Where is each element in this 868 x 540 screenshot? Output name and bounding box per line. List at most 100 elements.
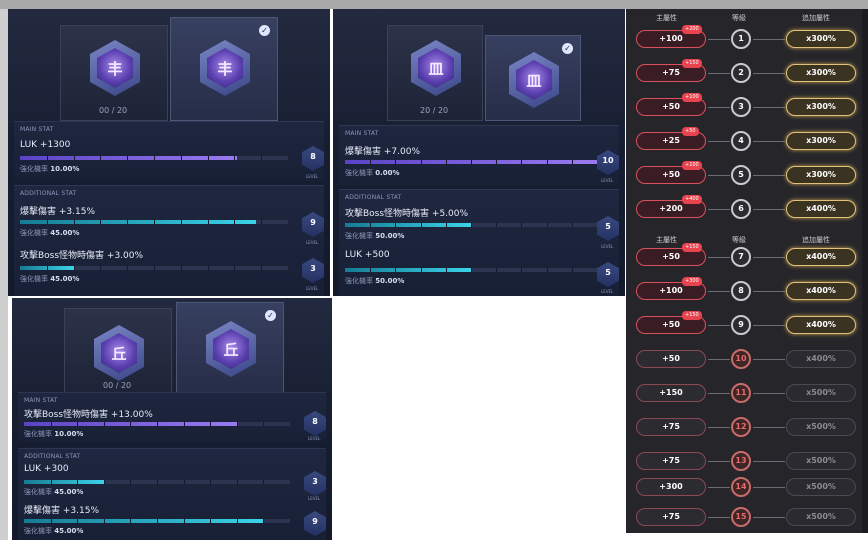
upgrade-rate: 強化機率 45.00% [20,275,80,283]
gem-icon: 丰 [90,40,140,96]
progress-fill [20,220,256,224]
gem-slot-selected[interactable]: ✓ 丘 [176,302,284,394]
main-stat-pill: +75 [636,452,706,470]
upgrade-rate: 強化機率 45.00% [24,527,84,535]
gem-slot-empty[interactable]: 皿 20 / 20 [387,25,483,121]
section-title: ADDITIONAL STAT [24,453,81,460]
progress-tick [263,519,265,523]
level-node: 12 [731,417,751,437]
progress-tick [77,422,79,426]
progress-tick [546,268,548,272]
progress-tick [103,422,105,426]
progress-tick [154,220,155,224]
level-node: 8 [731,281,751,301]
gem-icon: 丘 [94,325,144,381]
table-row: +75 +150 2 x300% [626,57,868,89]
gem-slots: 丰 00 / 20 ✓ 丰 [8,9,330,127]
progress-fill [24,480,104,484]
progress-bar [20,156,288,160]
progress-tick [263,480,265,484]
bonus-tag: +150 [682,311,702,320]
level-badge: 9 [302,212,324,237]
progress-bar [345,160,597,164]
connector-line [753,257,785,258]
gem-slot-selected[interactable]: ✓ 丰 [170,17,278,121]
level-badge: 9 [304,511,326,536]
additional-stat-pill: x500% [786,508,856,526]
connector-line [708,257,730,258]
connector-line [708,141,730,142]
main-stat-section: MAIN STAT 攻擊Boss怪物時傷害 +13.00% 強化機率 10.00… [18,392,326,442]
gem-slots: 丘 00 / 20 ✓ 丘 [12,298,332,398]
progress-tick [46,220,48,224]
upgrade-rate: 強化機率 10.00% [20,165,80,173]
additional-stat-section: ADDITIONAL STAT 攻擊Boss怪物時傷害 +5.00% 強化機率 … [339,189,619,296]
progress-tick [127,266,129,270]
progress-fill [345,268,471,272]
level-node: 9 [731,315,751,335]
additional-stat-pill: x300% [786,166,856,184]
additional-stat-value: 爆擊傷害 +3.15% [20,207,95,217]
connector-line [753,487,785,488]
progress-tick [207,220,209,224]
progress-bar [24,422,290,426]
progress-tick [261,266,263,270]
main-stat-value: 爆擊傷害 +7.00% [345,147,420,157]
progress-tick [445,223,447,227]
table-row: +75 15 x500% [626,501,868,533]
progress-tick [546,223,548,227]
connector-line [753,325,785,326]
connector-line [753,461,785,462]
connector-line [708,291,730,292]
gem-slot-empty[interactable]: 丰 00 / 20 [60,25,168,121]
additional-stat-pill: x500% [786,418,856,436]
level-badge: 8 [302,146,324,171]
progress-tick [100,220,102,224]
section-title: MAIN STAT [24,397,58,404]
connector-line [753,175,785,176]
slot-count: 00 / 20 [99,106,128,115]
progress-tick [180,156,182,160]
check-icon: ✓ [562,43,573,54]
level-node: 1 [731,29,751,49]
main-stat-section: MAIN STAT LUK +1300 強化機率 10.00% 8 LEVEL [14,121,324,181]
gem-slot-empty[interactable]: 丘 00 / 20 [64,308,172,394]
main-stat-value: LUK +1300 [20,140,71,150]
main-stat-pill: +75 [636,418,706,436]
bonus-tag: +150 [682,59,702,68]
main-stat-pill: +50 [636,350,706,368]
level-badge: 5 [597,262,619,287]
connector-line [708,175,730,176]
progress-tick [157,422,158,426]
progress-tick [420,223,422,227]
additional-stat-section: ADDITIONAL STAT 爆擊傷害 +3.15% 強化機率 45.00% … [14,185,324,296]
progress-tick [496,160,498,164]
progress-tick [127,220,129,224]
progress-tick [180,220,182,224]
progress-tick [521,268,523,272]
progress-tick [100,156,102,160]
table-row: +50 +150 7 x400% [626,241,868,273]
progress-tick [571,160,573,164]
progress-tick [73,266,75,270]
gem-icon: 丘 [206,321,256,377]
slot-count: 00 / 20 [103,381,132,390]
main-stat-pill: +150 [636,384,706,402]
additional-stat-value: 爆擊傷害 +3.15% [24,506,99,516]
connector-line [753,427,785,428]
progress-tick [445,160,447,164]
progress-tick [154,266,155,270]
connector-line [708,427,730,428]
progress-tick [207,156,209,160]
level-label: LEVEL [601,289,614,294]
gem-slot-selected[interactable]: ✓ 皿 [485,35,581,121]
progress-fill [345,223,471,227]
progress-tick [236,519,238,523]
header-additional: 追加屬性 [802,14,830,22]
table-row: +25 +50 4 x300% [626,125,868,157]
progress-tick [157,519,158,523]
connector-line [708,517,730,518]
progress-tick [395,223,397,227]
progress-tick [207,266,209,270]
progress-tick [370,160,372,164]
